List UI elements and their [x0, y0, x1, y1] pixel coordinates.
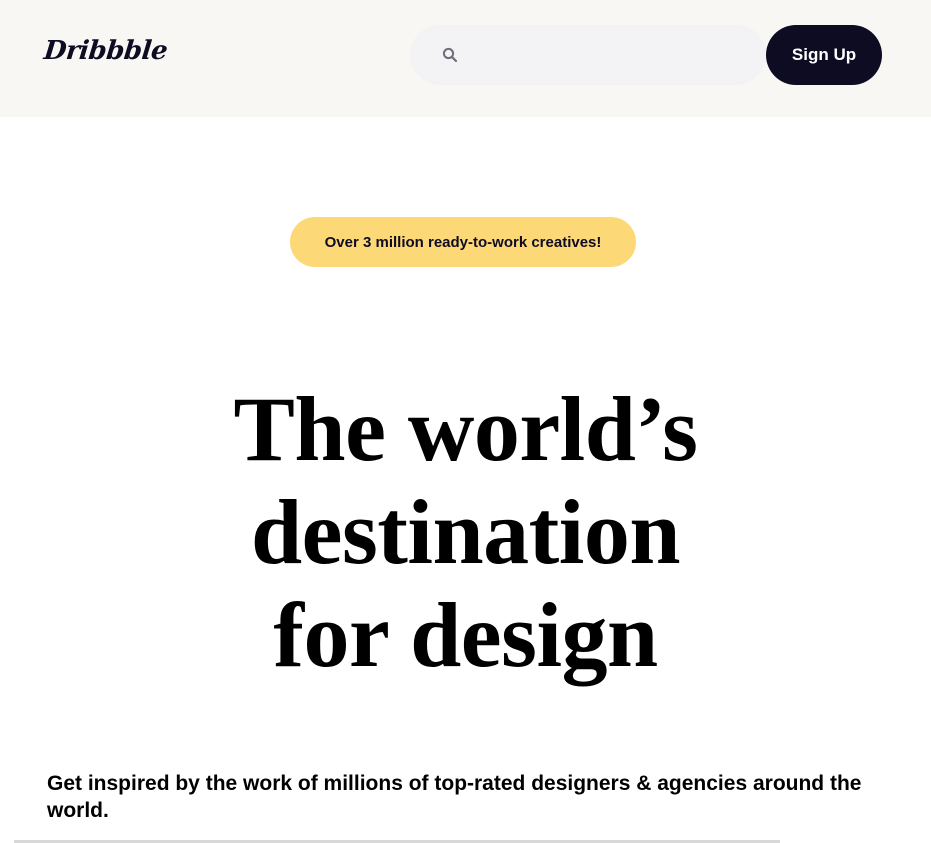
- dribbble-logo[interactable]: Dribbble: [42, 36, 168, 66]
- search-bar[interactable]: [410, 25, 766, 85]
- site-header: Dribbble Sign Up: [0, 0, 931, 117]
- creatives-badge: Over 3 million ready-to-work creatives!: [290, 217, 636, 267]
- hero-title-line: The world’s: [233, 378, 698, 480]
- search-input[interactable]: [470, 46, 750, 64]
- hero-title: The world’s destination for design: [0, 378, 931, 687]
- search-icon[interactable]: [442, 47, 458, 63]
- hero-title-line: for design: [273, 584, 658, 686]
- hero-title-line: destination: [250, 481, 681, 583]
- sign-up-button[interactable]: Sign Up: [766, 25, 882, 85]
- hero-subtitle: Get inspired by the work of millions of …: [47, 772, 862, 822]
